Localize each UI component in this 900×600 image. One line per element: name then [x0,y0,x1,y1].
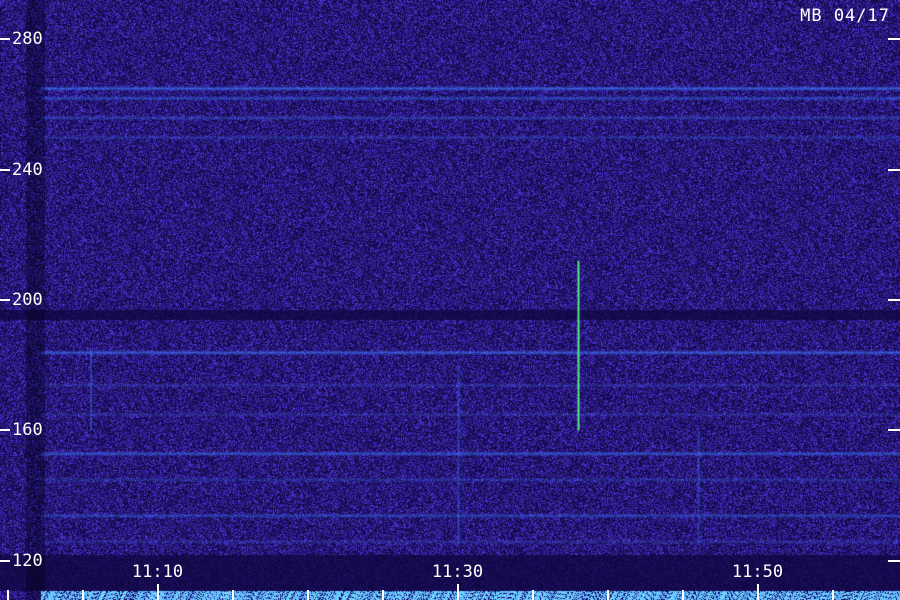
x-tick-mark-major [456,584,459,600]
y-tick-mark-left [0,299,10,301]
x-tick-mark-minor [6,590,9,600]
y-tick-mark-left [0,38,10,41]
x-tick-mark-minor [381,590,384,600]
y-tick-mark-right [888,38,900,41]
x-tick-mark-major [756,584,759,600]
y-tick-label: 200 [12,290,43,310]
x-tick-mark-minor [606,590,609,600]
y-tick-mark-right [888,168,900,171]
y-tick-mark-left [0,559,10,562]
x-tick-mark-minor [531,590,534,600]
spectrogram-plot: MB 04/17 280 240 200 160 120 11:10 11:30 11:50 [0,0,900,600]
spectrogram-heatmap [0,0,900,600]
x-tick-label: 11:30 [431,562,484,582]
x-tick-mark-minor [231,590,234,600]
x-tick-mark-minor [81,590,84,600]
y-tick-mark-right [888,299,900,301]
y-tick-mark-right [888,429,900,432]
y-tick-mark-right [888,559,900,562]
y-tick-label: 240 [12,159,43,180]
y-tick-label: 280 [12,29,43,50]
y-tick-mark-left [0,429,10,432]
y-tick-label: 160 [12,420,43,441]
y-tick-mark-left [0,168,10,171]
x-tick-mark-minor [681,590,684,600]
x-tick-mark-minor [831,590,834,600]
x-tick-label: 11:10 [131,562,184,582]
y-tick-label: 120 [12,550,43,571]
x-tick-mark-major [156,584,159,600]
x-tick-mark-minor [306,590,309,600]
x-tick-label: 11:50 [731,562,784,582]
chart-title: MB 04/17 [800,6,890,26]
